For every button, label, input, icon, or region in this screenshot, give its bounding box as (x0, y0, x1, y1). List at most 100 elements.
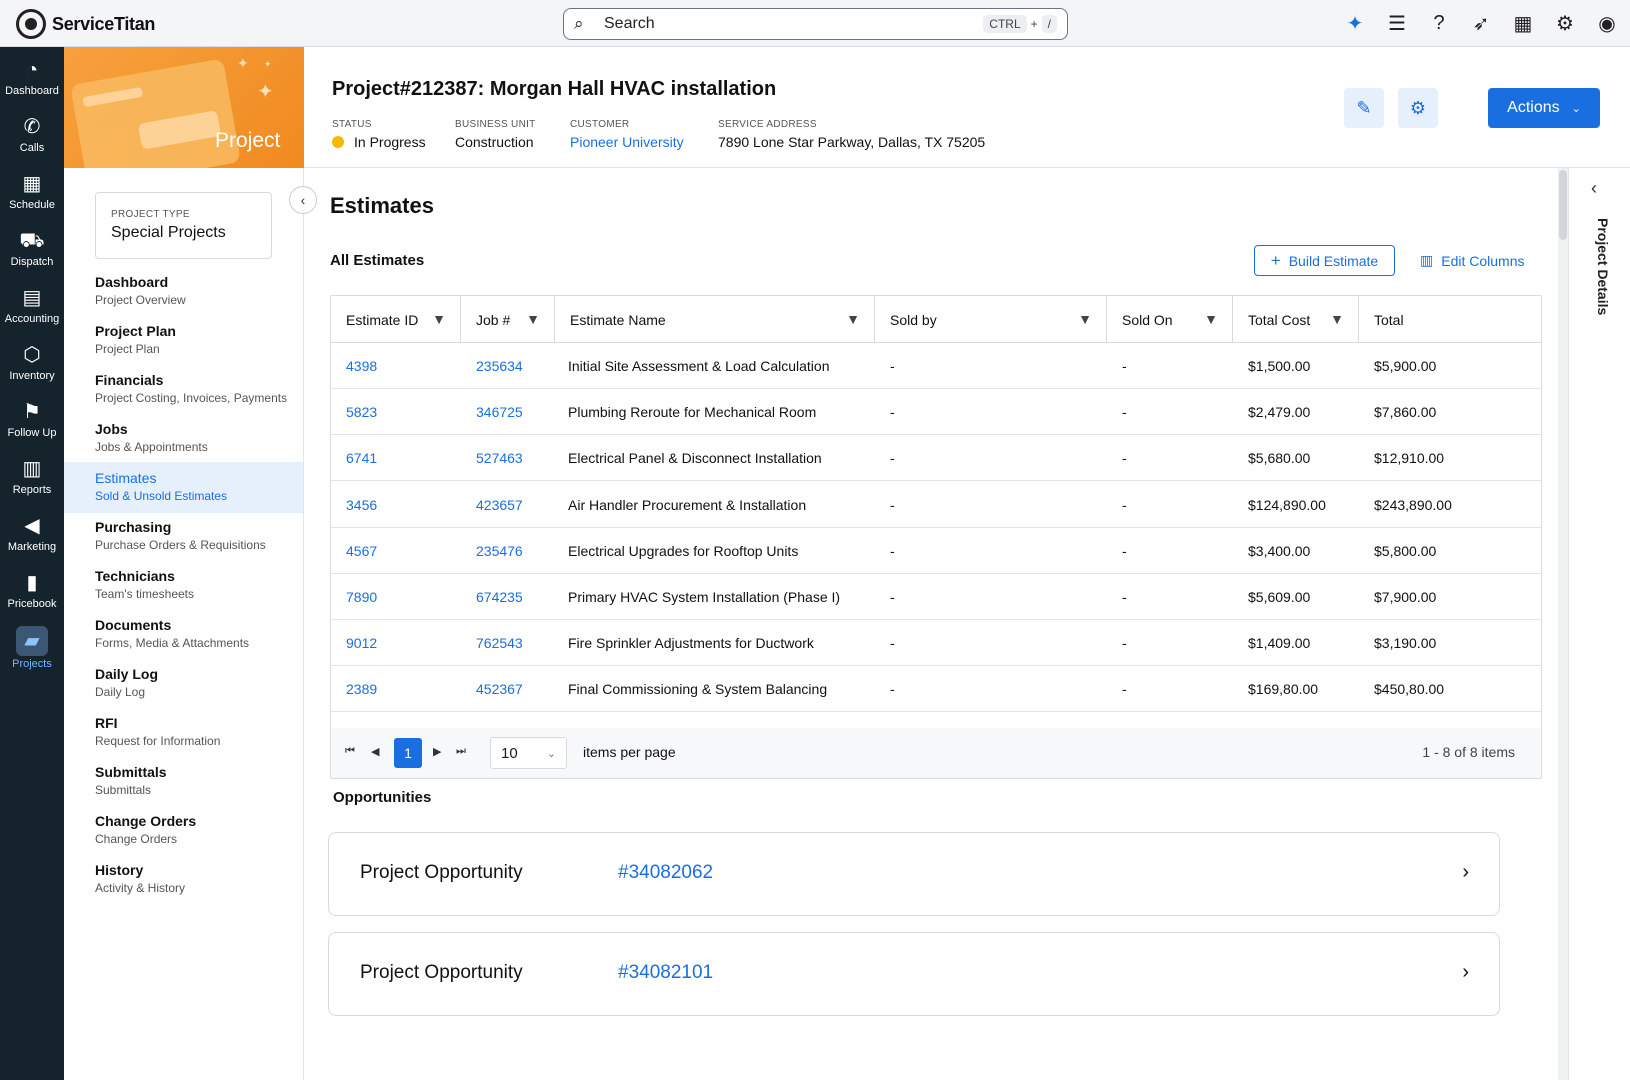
column-header[interactable]: Total (1359, 296, 1541, 343)
table-row[interactable]: 2389 452367 Final Commissioning & System B… (331, 666, 1541, 713)
chevron-right-icon[interactable]: › (1462, 961, 1469, 984)
collapse-menu-button[interactable]: ‹ (289, 186, 317, 214)
menu-item-daily-log[interactable]: Daily Log Daily Log (64, 658, 303, 709)
menu-item-submittals[interactable]: Submittals Submittals (64, 756, 303, 807)
table-row[interactable]: 4567 235476 Electrical Upgrades for Roofto… (331, 528, 1541, 574)
opportunity-number-link[interactable]: #34082101 (618, 962, 713, 984)
marketplace-icon[interactable]: ▦ (1508, 8, 1538, 38)
servicetitan-logo[interactable]: ServiceTitan (16, 9, 155, 39)
filter-icon[interactable]: ▼ (432, 311, 446, 327)
per-page-select[interactable]: 10 ⌄ (490, 737, 567, 769)
filter-icon[interactable]: ▼ (1204, 311, 1218, 327)
logo-mark-icon (16, 9, 46, 39)
edit-project-button[interactable]: ✎ (1344, 88, 1384, 128)
global-search[interactable]: ⌕ Search CTRL + / (563, 8, 1068, 40)
nav-item-pricebook[interactable]: ▮ Pricebook (0, 562, 64, 619)
user-avatar-icon[interactable]: ◉ (1592, 8, 1622, 38)
nav-item-dispatch[interactable]: ⛟ Dispatch (0, 220, 64, 277)
menu-item-project-plan[interactable]: Project Plan Project Plan (64, 315, 303, 366)
rocket-icon[interactable]: ➶ (1466, 8, 1496, 38)
nav-item-accounting[interactable]: ▤ Accounting (0, 277, 64, 334)
column-header[interactable]: Job # ▼ (461, 296, 555, 343)
table-row[interactable]: 6741 527463 Electrical Panel & Disconnect … (331, 435, 1541, 482)
project-banner: ✦ ✦ ✦ Project (64, 47, 304, 168)
job-number-link[interactable]: 346725 (476, 389, 523, 435)
actions-label: Actions (1507, 99, 1560, 116)
estimate-id-link[interactable]: 2389 (346, 666, 377, 712)
menu-item-documents[interactable]: Documents Forms, Media & Attachments (64, 609, 303, 660)
search-list-icon[interactable]: ☰ (1382, 8, 1412, 38)
main-scrollbar[interactable] (1558, 168, 1568, 1080)
chevron-left-icon[interactable]: ‹ (1591, 178, 1597, 199)
table-row[interactable]: 4398 235634 Initial Site Assessment & Load… (331, 343, 1541, 389)
prev-page-icon[interactable]: ◀ (371, 745, 379, 758)
sparkle-icon: ✦ (264, 59, 272, 69)
titan-ai-icon[interactable]: ✦ (1340, 8, 1370, 38)
nav-item-calls[interactable]: ✆ Calls (0, 106, 64, 163)
estimate-id-link[interactable]: 7890 (346, 574, 377, 620)
job-number-link[interactable]: 762543 (476, 620, 523, 666)
menu-item-purchasing[interactable]: Purchasing Purchase Orders & Requisitions (64, 511, 303, 562)
job-number-link[interactable]: 674235 (476, 574, 523, 620)
menu-item-technicians[interactable]: Technicians Team's timesheets (64, 560, 303, 611)
settings-icon[interactable]: ⚙ (1550, 8, 1580, 38)
table-row[interactable]: 9012 762543 Fire Sprinkler Adjustments for… (331, 620, 1541, 667)
menu-item-history[interactable]: History Activity & History (64, 854, 303, 905)
estimate-id-link[interactable]: 3456 (346, 482, 377, 528)
nav-item-dashboard[interactable]: ◔ Dashboard (0, 49, 64, 106)
first-page-icon[interactable]: ⏮ (345, 745, 355, 758)
customer-link[interactable]: Pioneer University (570, 134, 684, 150)
menu-item-estimates[interactable]: Estimates Sold & Unsold Estimates (64, 462, 303, 513)
opportunity-card[interactable]: Project Opportunity #34082062 › (328, 832, 1500, 916)
column-header[interactable]: Total Cost ▼ (1233, 296, 1359, 343)
nav-item-marketing[interactable]: ◀ Marketing (0, 505, 64, 562)
nav-item-follow-up[interactable]: ⚑ Follow Up (0, 391, 64, 448)
estimate-id-link[interactable]: 4398 (346, 343, 377, 389)
opportunity-card[interactable]: Project Opportunity #34082101 › (328, 932, 1500, 1016)
nav-item-projects[interactable]: ▰ Projects (0, 619, 64, 676)
menu-item-rfi[interactable]: RFI Request for Information (64, 707, 303, 758)
column-header[interactable]: Estimate ID ▼ (331, 296, 461, 343)
column-header[interactable]: Sold by ▼ (875, 296, 1107, 343)
job-number-link[interactable]: 452367 (476, 666, 523, 712)
page-number-button[interactable]: 1 (394, 738, 422, 768)
job-number-link[interactable]: 527463 (476, 435, 523, 481)
column-header[interactable]: Sold On ▼ (1107, 296, 1233, 343)
estimate-id-link[interactable]: 4567 (346, 528, 377, 574)
job-number-link[interactable]: 423657 (476, 482, 523, 528)
filter-icon[interactable]: ▼ (1330, 311, 1344, 327)
project-settings-button[interactable]: ⚙ (1398, 88, 1438, 128)
next-page-icon[interactable]: ▶ (433, 745, 441, 758)
actions-button[interactable]: Actions ⌄ (1488, 88, 1600, 128)
table-row[interactable]: 5823 346725 Plumbing Reroute for Mechanica… (331, 389, 1541, 436)
filter-icon[interactable]: ▼ (1078, 311, 1092, 327)
filter-icon[interactable]: ▼ (526, 311, 540, 327)
scrollbar-thumb[interactable] (1559, 170, 1567, 240)
table-row[interactable]: 7890 674235 Primary HVAC System Installati… (331, 574, 1541, 620)
chevron-right-icon[interactable]: › (1462, 861, 1469, 884)
edit-columns-button[interactable]: ▥ Edit Columns (1420, 245, 1525, 276)
nav-label: Reports (12, 483, 52, 496)
job-number-link[interactable]: 235476 (476, 528, 523, 574)
estimate-id-link[interactable]: 9012 (346, 620, 377, 666)
job-number-link[interactable]: 235634 (476, 343, 523, 389)
column-header[interactable]: Estimate Name ▼ (555, 296, 875, 343)
project-details-rail[interactable]: ‹ Project Details (1568, 168, 1630, 1080)
estimate-id-link[interactable]: 5823 (346, 389, 377, 435)
table-row[interactable]: 3456 423657 Air Handler Procurement & Inst… (331, 482, 1541, 528)
opportunity-number-link[interactable]: #34082062 (618, 862, 713, 884)
menu-item-dashboard[interactable]: Dashboard Project Overview (64, 266, 303, 317)
last-page-icon[interactable]: ⏭ (456, 745, 466, 758)
build-estimate-button[interactable]: + Build Estimate (1254, 245, 1395, 276)
total: $5,900.00 (1374, 358, 1437, 374)
nav-item-reports[interactable]: ▥ Reports (0, 448, 64, 505)
menu-item-change-orders[interactable]: Change Orders Change Orders (64, 805, 303, 856)
menu-item-jobs[interactable]: Jobs Jobs & Appointments (64, 413, 303, 464)
filter-icon[interactable]: ▼ (846, 311, 860, 327)
help-icon[interactable]: ? (1424, 8, 1454, 38)
estimate-id-link[interactable]: 6741 (346, 435, 377, 481)
project-details-label[interactable]: Project Details (1595, 218, 1611, 315)
nav-item-schedule[interactable]: ▦ Schedule (0, 163, 64, 220)
menu-item-financials[interactable]: Financials Project Costing, Invoices, Pay… (64, 364, 303, 415)
nav-item-inventory[interactable]: ⬡ Inventory (0, 334, 64, 391)
